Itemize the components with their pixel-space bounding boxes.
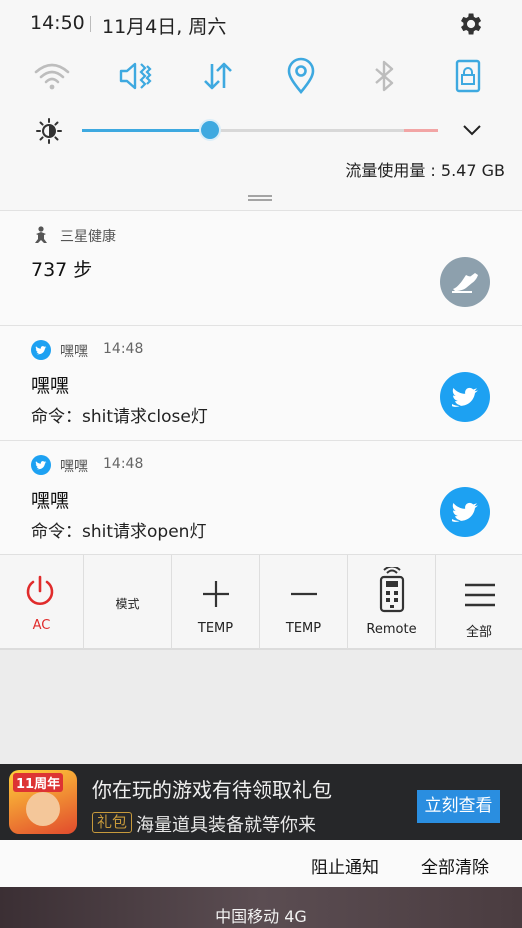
samsung-health-icon xyxy=(35,226,47,243)
all-label: 全部 xyxy=(465,625,492,640)
temp-down-button[interactable]: TEMP xyxy=(260,555,348,649)
location-icon[interactable] xyxy=(281,56,321,96)
temp-up-button[interactable]: TEMP xyxy=(172,555,260,649)
all-button[interactable]: 全部 xyxy=(436,555,522,649)
notification-actions: 阻止通知 全部清除 xyxy=(0,840,522,887)
quick-settings-panel: 14:50 11月4日, 周六 流量使用量: 5.47 GB xyxy=(0,0,522,210)
notification-title: 嘿嘿 xyxy=(31,375,70,397)
game-logo: 11周年 xyxy=(9,770,77,834)
gift-tag: 礼包 xyxy=(92,812,133,833)
notification-app-name: 三星健康 xyxy=(60,229,116,245)
game-logo-text: 11周年 xyxy=(13,773,64,792)
wifi-icon[interactable] xyxy=(32,56,72,96)
screen-lock-icon[interactable] xyxy=(448,56,488,96)
plus-icon xyxy=(203,581,229,607)
carrier-label: 中国移动 4G xyxy=(215,907,307,926)
notification-time: 14:48 xyxy=(103,341,144,357)
step-count: 737 步 xyxy=(31,259,93,281)
temp-down-label: TEMP xyxy=(285,621,322,636)
game-promo-notification[interactable]: 11周年 你在玩的游戏有待领取礼包 礼包 海量道具装备就等你来 立刻查看 xyxy=(0,764,522,840)
notification-card-health[interactable]: 三星健康 737 步 xyxy=(0,210,522,325)
date: 11月4日, 周六 xyxy=(102,16,227,38)
vibrate-icon[interactable] xyxy=(115,56,155,96)
brightness-thumb[interactable] xyxy=(199,119,221,141)
brightness-slider[interactable] xyxy=(82,129,438,132)
notification-title: 嘿嘿 xyxy=(31,490,70,512)
remote-label: Remote xyxy=(366,622,417,637)
game-title: 你在玩的游戏有待领取礼包 xyxy=(92,778,332,802)
game-subtitle: 海量道具装备就等你来 xyxy=(136,815,316,836)
divider xyxy=(90,16,91,32)
ac-power-button[interactable]: AC xyxy=(0,555,84,649)
notification-time: 14:48 xyxy=(103,456,144,472)
view-now-button[interactable]: 立刻查看 xyxy=(417,790,500,823)
menu-icon xyxy=(465,583,495,607)
temp-up-label: TEMP xyxy=(197,621,234,636)
gear-icon[interactable] xyxy=(456,10,484,38)
notification-body: 命令：shit请求close灯 xyxy=(31,407,208,427)
game-character xyxy=(26,792,60,826)
mode-button[interactable]: 模式 xyxy=(84,555,172,649)
ac-label: AC xyxy=(32,618,51,633)
notification-app-name: 嘿嘿 xyxy=(60,459,88,475)
brightness-fill xyxy=(82,129,210,132)
notification-card-heihei[interactable]: 嘿嘿 14:48 嘿嘿 命令：shit请求close灯 xyxy=(0,325,522,440)
data-usage: 流量使用量 : 5.47 GB xyxy=(345,161,505,180)
twitter-small-icon xyxy=(31,455,51,475)
remote-button[interactable]: Remote xyxy=(348,555,436,649)
drag-handle-icon[interactable] xyxy=(248,194,272,202)
shoe-icon[interactable] xyxy=(440,257,490,307)
twitter-icon[interactable] xyxy=(440,487,490,537)
mobile-data-icon[interactable] xyxy=(198,56,238,96)
brightness-icon xyxy=(36,118,62,144)
clock: 14:50 xyxy=(30,12,85,34)
notification-card-heihei[interactable]: 嘿嘿 14:48 嘿嘿 命令：shit请求open灯 xyxy=(0,440,522,554)
chevron-down-icon[interactable] xyxy=(460,118,484,142)
bluetooth-icon[interactable] xyxy=(364,56,404,96)
mode-label: 模式 xyxy=(115,597,140,611)
bottom-status-bar: 中国移动 4G xyxy=(0,887,522,928)
power-icon xyxy=(26,575,54,605)
twitter-small-icon xyxy=(31,340,51,360)
block-notification-button[interactable]: 阻止通知 xyxy=(311,853,379,878)
remote-control-widget: AC 模式 TEMP TEMP Remote 全部 xyxy=(0,554,522,650)
notification-body: 命令：shit请求open灯 xyxy=(31,522,207,542)
twitter-icon[interactable] xyxy=(440,372,490,422)
brightness-high-zone xyxy=(404,129,438,132)
notification-app-name: 嘿嘿 xyxy=(60,344,88,360)
panel-background xyxy=(0,652,522,764)
clear-all-button[interactable]: 全部清除 xyxy=(421,853,489,878)
remote-icon xyxy=(379,567,405,613)
minus-icon xyxy=(291,592,317,596)
